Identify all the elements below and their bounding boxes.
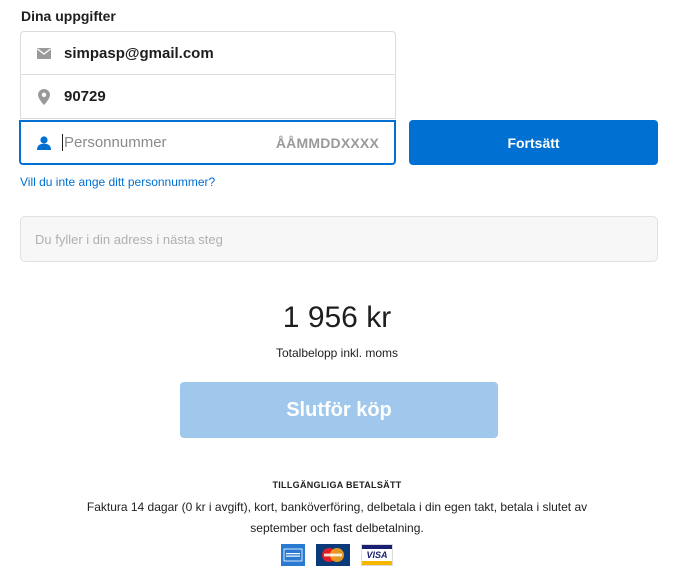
personnummer-format-hint: ÅÅMMDDXXXX	[275, 134, 379, 151]
zip-field[interactable]: 90729	[20, 75, 396, 119]
visa-logo-icon: VISA	[361, 544, 393, 566]
user-icon	[35, 135, 53, 150]
american-express-logo-icon	[281, 544, 305, 566]
envelope-icon	[35, 47, 53, 59]
complete-purchase-button[interactable]: Slutför köp	[180, 382, 498, 438]
section-title: Dina uppgifter	[21, 8, 116, 24]
mastercard-logo-icon	[316, 544, 350, 566]
zip-value: 90729	[64, 88, 106, 105]
payment-methods-title: TILLGÄNGLIGA BETALSÄTT	[272, 480, 402, 490]
total-label: Totalbelopp inkl. moms	[275, 346, 399, 360]
payment-methods-description: Faktura 14 dagar (0 kr i avgift), kort, …	[86, 500, 588, 535]
personnummer-field[interactable]: ÅÅMMDDXXXX	[19, 120, 396, 165]
continue-button[interactable]: Fortsätt	[409, 120, 658, 165]
email-value: simpasp@gmail.com	[64, 44, 214, 62]
personnummer-input[interactable]	[62, 134, 264, 151]
card-logos: VISA	[0, 544, 674, 566]
address-placeholder-box: Du fyller i din adress i nästa steg	[20, 216, 658, 262]
email-field[interactable]: simpasp@gmail.com	[20, 31, 396, 75]
total-amount: 1 956 kr	[282, 301, 392, 334]
location-pin-icon	[35, 88, 53, 105]
no-personnummer-link[interactable]: Vill du inte ange ditt personnummer?	[20, 175, 215, 189]
